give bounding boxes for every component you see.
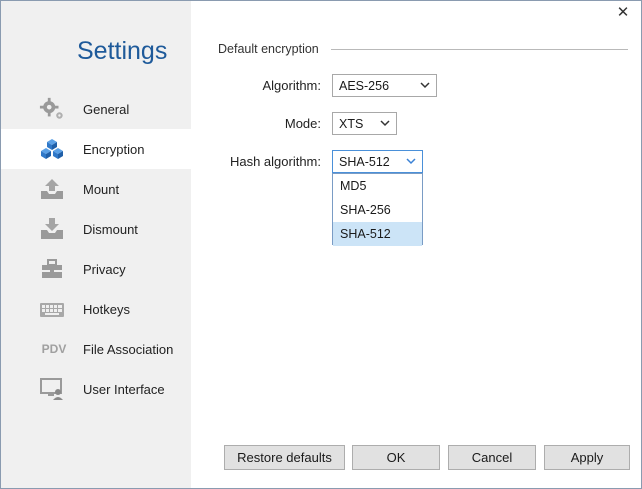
algorithm-select[interactable]: AES-256 [332,74,437,97]
sidebar-item-label: Privacy [83,261,126,277]
sidebar-item-hotkeys[interactable]: Hotkeys [1,289,191,329]
pdv-icon-text: PDV [41,342,67,356]
sidebar-title: Settings [77,37,168,65]
monitor-user-icon [39,376,65,402]
sidebar-item-encryption[interactable]: Encryption [1,129,191,169]
dismount-icon [39,216,65,242]
cancel-button[interactable]: Cancel [448,445,536,470]
pdv-icon: PDV [39,336,69,362]
dropdown-option-md5[interactable]: MD5 [333,174,422,198]
chevron-down-icon [380,120,390,127]
mode-label: Mode: [284,116,321,131]
chevron-down-icon [420,82,430,89]
sidebar: Settings General Encryption Mount Dismou… [1,1,191,488]
dropdown-option-sha512[interactable]: SHA-512 [333,222,422,246]
sidebar-item-file-association[interactable]: PDV File Association [1,329,191,369]
sidebar-item-label: Mount [83,181,120,197]
hash-algorithm-dropdown: MD5 SHA-256 SHA-512 [332,173,423,246]
sidebar-item-label: Dismount [83,221,138,237]
sidebar-item-label: Encryption [83,141,145,157]
algorithm-value: AES-256 [339,78,390,93]
chevron-down-icon [406,158,416,165]
group-divider [331,49,628,50]
dropdown-option-sha256[interactable]: SHA-256 [333,198,422,222]
sidebar-item-label: File Association [83,341,174,357]
hash-algorithm-value: SHA-512 [339,154,390,169]
sidebar-item-general[interactable]: General [1,89,191,129]
settings-window: Settings General Encryption Mount Dismou… [0,0,642,489]
hash-algorithm-label: Hash algorithm: [229,154,321,169]
toolbox-icon [39,256,65,282]
mount-icon [39,176,65,202]
algorithm-label: Algorithm: [262,78,321,93]
mode-value: XTS [339,116,364,131]
sidebar-item-user-interface[interactable]: User Interface [1,369,191,409]
sidebar-item-privacy[interactable]: Privacy [1,249,191,289]
cubes-icon [39,136,65,162]
sidebar-item-label: Hotkeys [83,301,130,317]
apply-button[interactable]: Apply [544,445,630,470]
sidebar-item-label: General [83,101,130,117]
restore-defaults-button[interactable]: Restore defaults [224,445,345,470]
sidebar-item-label: User Interface [83,381,165,397]
mode-select[interactable]: XTS [332,112,397,135]
hash-algorithm-select[interactable]: SHA-512 [332,150,423,173]
keyboard-icon [39,296,65,322]
ok-button[interactable]: OK [352,445,440,470]
close-icon[interactable]: ✕ [613,3,633,23]
sidebar-item-mount[interactable]: Mount [1,169,191,209]
sidebar-item-dismount[interactable]: Dismount [1,209,191,249]
group-title-default-encryption: Default encryption [218,42,319,56]
gears-icon [39,96,65,122]
